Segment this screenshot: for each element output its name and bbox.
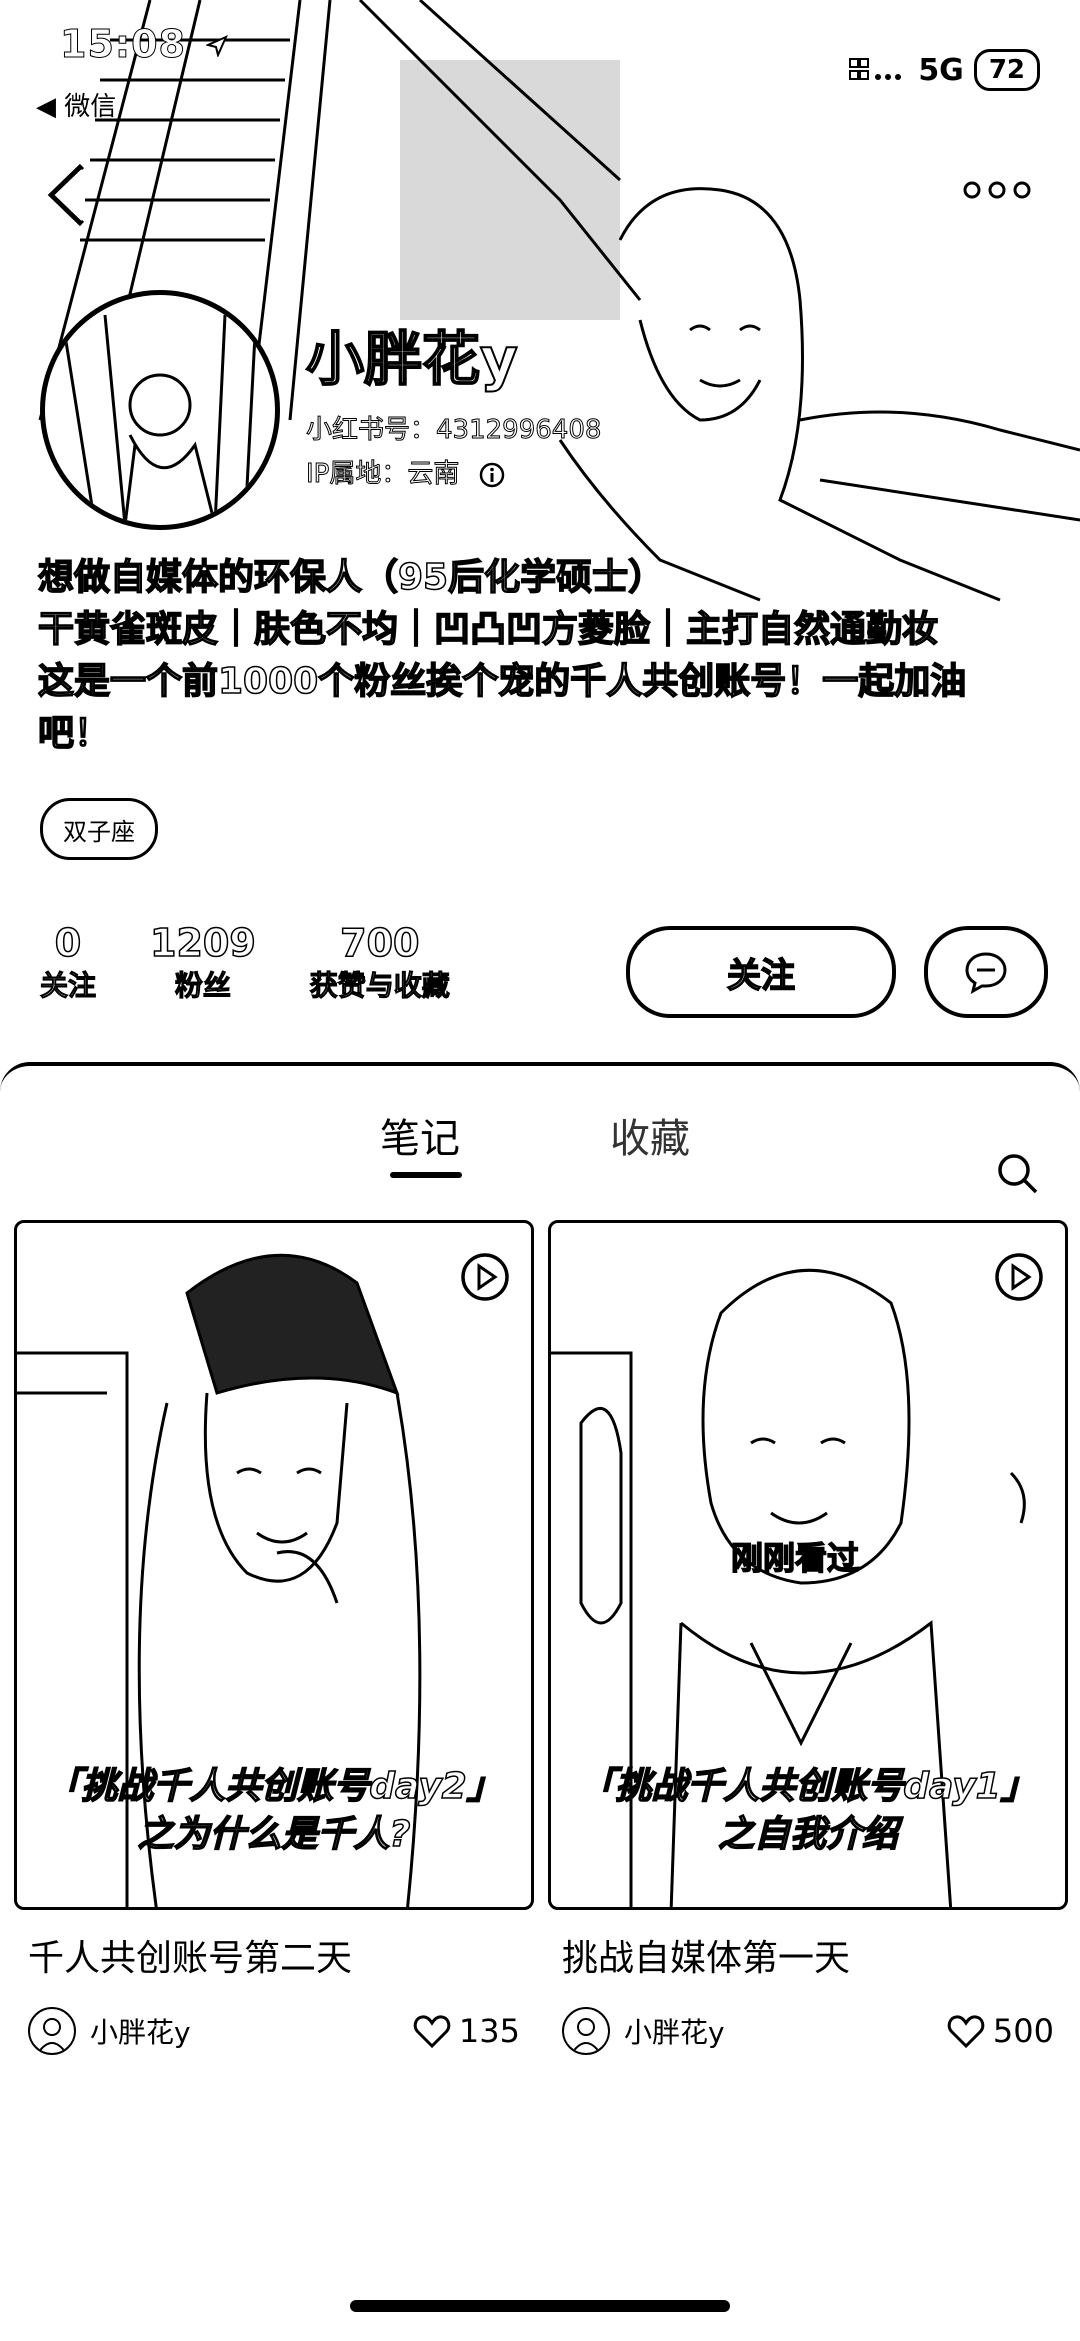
profile-name: 小胖花y (305, 324, 519, 394)
location-arrow-icon (206, 35, 229, 57)
profile-avatar[interactable] (40, 290, 280, 530)
tab-collections[interactable]: 收藏 (610, 1106, 690, 1164)
heart-icon (413, 2015, 451, 2049)
note-card[interactable]: 刚刚看过 「挑战千人共创账号day1」 之自我介绍 挑战自媒体第一天 小胖花y … (548, 1220, 1068, 2056)
play-icon (461, 1253, 509, 1301)
ip-location-row: IP属地：云南 (305, 452, 601, 496)
author-name[interactable]: 小胖花y (624, 2011, 725, 2051)
note-meta: 小胖花y 500 (562, 2006, 1054, 2056)
account-id: 小红书号：4312996408 (305, 415, 602, 446)
home-indicator[interactable] (350, 2300, 730, 2312)
back-to-wechat-link[interactable]: ◀ 微信 (36, 86, 116, 123)
recently-viewed-badge: 刚刚看过 (730, 1538, 860, 1578)
more-options-icon[interactable] (962, 178, 1032, 202)
back-chevron-icon[interactable] (40, 160, 100, 230)
like-count: 500 (992, 2012, 1054, 2050)
cover-caption: 「挑战千人共创账号day2」 之为什么是千人? (45, 1765, 504, 1856)
bio-line: 干黄雀斑皮｜肤色不均｜凹凸凹方菱脸｜主打自然通勤妆 (37, 608, 939, 651)
note-thumbnail[interactable]: 「挑战千人共创账号day2」 之为什么是千人? (14, 1220, 534, 1910)
profile-meta: 小红书号：4312996408 IP属地：云南 (305, 408, 602, 496)
header-background-sketch (38, 0, 1080, 602)
like-count: 135 (458, 2012, 520, 2050)
stat-followers[interactable]: 1209 粉丝 (149, 920, 256, 1006)
note-thumbnail[interactable]: 刚刚看过 「挑战千人共创账号day1」 之自我介绍 (548, 1220, 1068, 1910)
stat-value: 1209 (149, 920, 256, 966)
network-type: 5G (918, 52, 964, 88)
author-avatar[interactable] (562, 2007, 610, 2055)
status-indicators: 5G 72 (848, 48, 1040, 92)
note-title[interactable]: 挑战自媒体第一天 (562, 1934, 1054, 1984)
battery-indicator: 72 (973, 49, 1040, 91)
stat-label: 粉丝 (174, 969, 231, 1003)
search-icon[interactable] (994, 1150, 1040, 1196)
author-avatar[interactable] (28, 2007, 76, 2055)
signal-icon (849, 58, 902, 80)
message-button[interactable] (924, 926, 1048, 1018)
heart-icon (947, 2015, 985, 2049)
profile-bio: 想做自媒体的环保人（95后化学硕士） 干黄雀斑皮｜肤色不均｜凹凸凹方菱脸｜主打自… (37, 552, 1038, 760)
content-panel: 笔记 收藏 「挑战千人共创账号day2」 之为什么是千人? 千人共创账号第二天 … (0, 1062, 1080, 2341)
active-tab-indicator (390, 1172, 462, 1178)
like-button[interactable]: 135 (413, 2012, 520, 2050)
bio-line: 这是一个前1000个粉丝挨个宠的千人共创账号！一起加油吧！ (37, 660, 967, 755)
ip-location: IP属地：云南 (305, 459, 460, 490)
stat-value: 0 (54, 920, 82, 966)
stat-likes-collects[interactable]: 700 获赞与收藏 (309, 920, 450, 1006)
info-icon[interactable] (478, 461, 506, 489)
stat-following[interactable]: 0 关注 (39, 920, 97, 1006)
status-time: 15:08 (60, 22, 229, 67)
note-title[interactable]: 千人共创账号第二天 (28, 1934, 520, 1984)
stat-label: 获赞与收藏 (309, 969, 450, 1003)
like-button[interactable]: 500 (947, 2012, 1054, 2050)
cover-caption: 「挑战千人共创账号day1」 之自我介绍 (579, 1765, 1038, 1856)
avatar-image (63, 314, 257, 525)
profile-tabs: 笔记 收藏 (0, 1106, 1080, 1194)
follow-button[interactable]: 关注 (626, 926, 896, 1018)
bio-line: 想做自媒体的环保人（95后化学硕士） (37, 556, 665, 599)
tab-notes[interactable]: 笔记 (380, 1106, 460, 1164)
zodiac-tag[interactable]: 双子座 (40, 798, 158, 860)
note-card[interactable]: 「挑战千人共创账号day2」 之为什么是千人? 千人共创账号第二天 小胖花y 1… (14, 1220, 534, 2056)
profile-header: 15:08 ◀ 微信 5G 72 小胖花y 小红书号：4312996408 IP… (0, 0, 1080, 1080)
stat-value: 700 (339, 920, 420, 966)
author-name[interactable]: 小胖花y (90, 2011, 191, 2051)
chat-bubble-icon (965, 952, 1007, 994)
play-icon (995, 1253, 1043, 1301)
profile-stats: 0 关注 1209 粉丝 700 获赞与收藏 (39, 920, 504, 1006)
note-meta: 小胖花y 135 (28, 2006, 520, 2056)
stat-label: 关注 (39, 969, 97, 1003)
